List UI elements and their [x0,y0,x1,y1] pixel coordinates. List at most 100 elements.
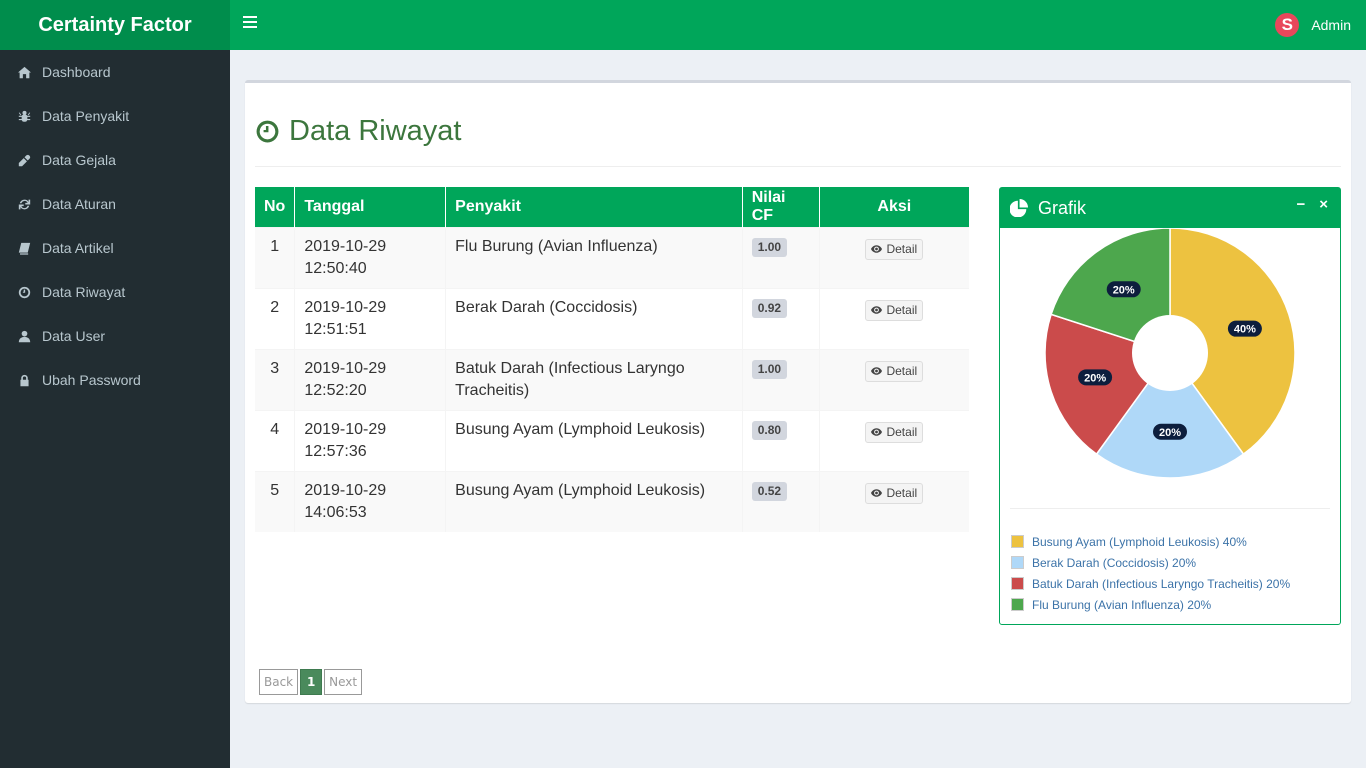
pie-label: 20% [1153,423,1187,440]
legend-item: Flu Burung (Avian Influenza) 20% [1011,594,1290,615]
cf-badge: 1.00 [751,359,788,379]
pagination-back-button[interactable]: Back [259,669,299,695]
sidebar-item-label: Data Artikel [42,240,114,256]
column-header-tanggal: Tanggal [294,187,447,227]
detail-button[interactable]: Detail [865,299,924,321]
pie-label-text: 20% [1159,427,1181,439]
detail-button[interactable]: Detail [865,421,924,443]
content-box: Data Riwayat No Tanggal Penyakit Nilai C… [245,80,1351,703]
cell-aksi: Detail [819,226,969,288]
cell-date: 2019-10-29 [304,237,387,255]
book-icon [17,241,31,255]
legend-label: Berak Darah (Coccidosis) 20% [1032,555,1197,570]
chart-panel-title: Grafik [1038,197,1087,218]
column-header-penyakit: Penyakit [445,187,743,227]
cell-nilai-cf: 0.80 [742,409,820,471]
app-logo[interactable]: Certainty Factor [0,0,230,50]
pagination-page-1[interactable]: 1 [300,669,323,695]
history-table: No Tanggal Penyakit Nilai CF Aksi 1 2019-… [255,187,969,532]
sidebar-item-label: Data Penyakit [42,108,130,124]
detail-button[interactable]: Detail [865,482,924,504]
cell-no: 4 [255,409,296,471]
sidebar-item-data-user[interactable]: Data User [0,314,230,358]
table-row: 3 2019-10-29 12:52:20 Batuk Darah (Infectio… [255,348,969,410]
minimize-icon[interactable]: − [1296,197,1305,213]
sidebar-item-ubah-password[interactable]: Ubah Password [0,358,230,402]
detail-button[interactable]: Detail [865,360,924,382]
chart-panel-header: Grafik − × [1000,188,1340,228]
eyedropper-icon [17,153,31,167]
table-row: 5 2019-10-29 14:06:53 Busung Ayam (Lymphoid… [255,470,969,532]
cell-tanggal: 2019-10-29 12:57:36 [294,409,447,471]
cell-tanggal: 2019-10-29 12:50:40 [294,226,447,288]
clock-icon [256,120,279,143]
pie-label-text: 40% [1234,324,1256,336]
table-row: 1 2019-10-29 12:50:40 Flu Burung (Avian Inf… [255,226,969,288]
cell-tanggal: 2019-10-29 12:52:20 [294,348,447,410]
top-navbar: Certainty Factor S Admin [0,0,1366,50]
cell-penyakit: Flu Burung (Avian Influenza) [445,226,743,288]
cell-aksi: Detail [819,470,969,532]
page-title: Data Riwayat [255,115,461,148]
cf-badge: 1.00 [751,237,788,257]
cell-time: 12:50:40 [304,259,367,277]
cell-date: 2019-10-29 [304,359,387,377]
sidebar-item-label: Data Gejala [42,152,116,168]
cell-time: 12:51:51 [304,320,367,338]
sidebar-item-data-aturan[interactable]: Data Aturan [0,182,230,226]
home-icon [17,65,31,79]
detail-button[interactable]: Detail [865,238,924,260]
bug-icon [17,109,31,123]
cell-no: 5 [255,470,296,532]
legend-label: Busung Ayam (Lymphoid Leukosis) 40% [1032,534,1247,549]
clock-icon [17,285,31,299]
cf-badge: 0.52 [751,481,788,501]
cell-penyakit: Berak Darah (Coccidosis) [445,287,743,349]
cell-nilai-cf: 0.92 [742,287,820,349]
lock-icon [17,373,31,387]
divider [255,166,1341,167]
sidebar-item-label: Data Aturan [42,196,116,212]
chart-panel: Grafik − × 40% 20% 20% 20% Busung Ayam (Lym… [999,187,1341,625]
detail-button-label: Detail [886,363,918,378]
cell-time: 14:06:53 [304,503,367,521]
pagination-next-button[interactable]: Next [324,669,363,695]
box-tools: − × [1282,197,1328,213]
cell-no: 2 [255,287,296,349]
legend-item: Busung Ayam (Lymphoid Leukosis) 40% [1011,531,1290,552]
cell-penyakit: Busung Ayam (Lymphoid Leukosis) [445,470,743,532]
legend-label: Batuk Darah (Infectious Laryngo Tracheit… [1032,576,1291,591]
sidebar-item-data-penyakit[interactable]: Data Penyakit [0,94,230,138]
avatar: S [1275,13,1300,37]
column-header-aksi: Aksi [819,187,969,227]
sidebar-item-data-gejala[interactable]: Data Gejala [0,138,230,182]
column-header-no: No [255,187,296,227]
pie-label: 40% [1227,320,1262,337]
pie-chart-icon [1010,199,1028,217]
pie-label: 20% [1106,281,1141,298]
cell-tanggal: 2019-10-29 12:51:51 [294,287,447,349]
column-header-nilai-cf: Nilai CF [742,187,820,227]
close-icon[interactable]: × [1319,197,1328,213]
sidebar-item-dashboard[interactable]: Dashboard [0,50,230,94]
sidebar-item-data-artikel[interactable]: Data Artikel [0,226,230,270]
legend-label: Flu Burung (Avian Influenza) 20% [1032,597,1212,612]
sidebar-item-label: Data User [42,328,106,344]
cell-nilai-cf: 1.00 [742,348,820,410]
page-title-text: Data Riwayat [289,115,462,147]
cell-date: 2019-10-29 [304,481,387,499]
refresh-icon [17,197,31,211]
sidebar-toggle-icon[interactable] [243,16,257,30]
cell-nilai-cf: 0.52 [742,470,820,532]
cell-nilai-cf: 1.00 [742,226,820,288]
cell-no: 3 [255,348,296,410]
eye-icon [871,305,883,314]
sidebar-item-label: Dashboard [42,64,111,80]
cell-penyakit: Busung Ayam (Lymphoid Leukosis) [445,409,743,471]
sidebar-item-data-riwayat[interactable]: Data Riwayat [0,270,230,314]
user-menu[interactable]: S Admin [1275,0,1351,50]
cell-tanggal: 2019-10-29 14:06:53 [294,470,447,532]
eye-icon [871,244,883,253]
legend-swatch [1011,598,1024,611]
eye-icon [871,427,883,436]
